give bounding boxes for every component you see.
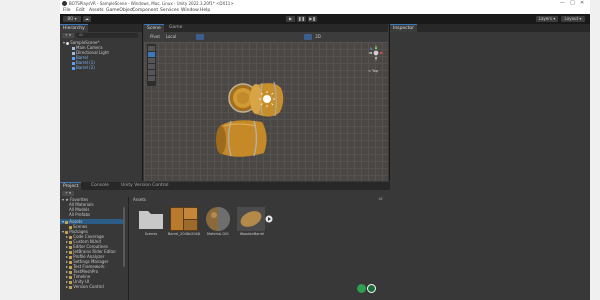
tab-project[interactable]: Project (60, 182, 82, 190)
camera-settings-button[interactable] (364, 34, 372, 40)
menu-component[interactable]: Component (132, 7, 158, 14)
orientation-gizmo-icon[interactable] (366, 43, 386, 69)
audio-toggle[interactable] (334, 34, 342, 40)
shading-mode-button[interactable] (304, 34, 312, 40)
left-margin (0, 0, 60, 300)
menu-assets[interactable]: Assets (89, 7, 104, 14)
menu-edit[interactable]: Edit (76, 7, 85, 14)
tab-version-control[interactable]: Unity Version Control (118, 182, 172, 190)
menu-file[interactable]: File (63, 7, 71, 14)
layers-dropdown[interactable]: Layers ▾ (536, 16, 558, 22)
menu-help[interactable]: Help (200, 7, 210, 14)
rect-tool-icon[interactable] (148, 70, 155, 75)
hand-tool-icon[interactable] (148, 46, 155, 51)
unity-editor-window: BOTSPlaysVR - SampleScene - Windows, Mac… (60, 0, 590, 300)
play-button[interactable]: ▶ (286, 16, 295, 22)
maximize-button[interactable]: □ (570, 0, 575, 7)
hierarchy-search-input[interactable]: All (76, 33, 138, 38)
tool-palette (147, 44, 156, 86)
local-dropdown[interactable]: Local (164, 34, 178, 40)
asset-wooden-barrel-model[interactable]: WoodenBarrel (235, 207, 273, 237)
unity-logo-icon (62, 1, 67, 6)
tab-scene[interactable]: Scene (144, 24, 164, 32)
view-2d-button[interactable]: 2D (314, 34, 322, 40)
snap-increment-button[interactable] (206, 34, 214, 40)
hidden-objects-toggle[interactable] (354, 34, 362, 40)
window-title: BOTSPlaysVR - SampleScene - Windows, Mac… (69, 1, 234, 6)
tab-inspector[interactable]: Inspector (390, 24, 417, 32)
grammar-assistant-icon[interactable] (367, 284, 376, 293)
texture-thumbnail-icon (170, 207, 198, 231)
project-right-empty-area (390, 182, 590, 300)
tab-console[interactable]: Console (88, 182, 112, 190)
project-header: Project Console Unity Version Control (60, 182, 390, 190)
gizmos-dropdown[interactable] (374, 34, 384, 40)
effects-toggle[interactable] (344, 34, 352, 40)
asset-scenes-folder[interactable]: Scenes (134, 207, 168, 237)
asset-material[interactable]: Material.001 (201, 207, 235, 237)
project-add-button[interactable]: + ▾ (62, 191, 74, 196)
move-tool-icon[interactable] (148, 52, 155, 57)
minimize-button[interactable]: — (560, 0, 565, 7)
scene-view-panel: Scene Game Pivot Local 2D < Top (144, 24, 388, 181)
hierarchy-item-barrel-2[interactable]: Barrel (2) (60, 65, 142, 70)
close-button[interactable]: ✕ (580, 0, 584, 7)
collaborate-badge-icon[interactable] (357, 284, 366, 293)
menu-window[interactable]: Window (181, 7, 199, 14)
grid-snap-button[interactable] (196, 34, 204, 40)
inspector-header: Inspector (390, 24, 590, 32)
asset-breadcrumb[interactable]: Assets (133, 197, 146, 202)
asset-count-badge: 16 (378, 197, 383, 201)
right-margin (590, 0, 600, 300)
asset-barrel-texture[interactable]: Barrel_2048x2048 (167, 207, 201, 237)
cloud-icon[interactable]: ☁ (83, 16, 91, 22)
folder-icon (139, 211, 163, 229)
hierarchy-panel: Hierarchy + ▾ All ▾ SampleScene* Main Ca… (60, 24, 143, 181)
tree-item[interactable]: ▸ Version Control (60, 284, 125, 289)
project-folder-tree: ▾ ★ Favorites All Materials All Models A… (60, 197, 129, 300)
account-dropdown[interactable]: BO ▾ (63, 16, 81, 22)
project-panel: Project Console Unity Version Control + … (60, 182, 390, 300)
barrel-object-3 (216, 120, 267, 157)
folder-icon (69, 285, 73, 289)
model-thumbnail-icon (237, 207, 273, 231)
view-persp-label[interactable]: < Top (368, 69, 378, 73)
pause-button[interactable]: ❚❚ (297, 16, 306, 22)
asset-browser: Assets Scenes Barrel_2048x2048 Material.… (130, 197, 390, 300)
menu-gameobject[interactable]: GameObject (106, 7, 134, 14)
scene-grid[interactable]: < Top (144, 42, 388, 181)
scene-toolbar: Pivot Local 2D (144, 32, 388, 42)
tree-item[interactable]: All Prefabs (60, 212, 125, 217)
barrels-in-scene[interactable] (204, 42, 364, 181)
tab-hierarchy[interactable]: Hierarchy (60, 24, 88, 32)
add-object-button[interactable]: + ▾ (62, 33, 74, 38)
main-toolbar: BO ▾ ☁ ▶ ❚❚ ▶❚ Layers ▾ Layout ▾ (60, 14, 590, 24)
lighting-toggle[interactable] (324, 34, 332, 40)
rotate-tool-icon[interactable] (148, 58, 155, 63)
tab-game[interactable]: Game (166, 24, 186, 32)
pivot-dropdown[interactable]: Pivot (148, 34, 162, 40)
hierarchy-header: Hierarchy (60, 24, 142, 32)
tree-scrollbar[interactable] (123, 207, 125, 267)
material-sphere-icon (206, 207, 230, 231)
scene-header: Scene Game (144, 24, 388, 32)
layout-dropdown[interactable]: Layout ▾ (561, 16, 585, 22)
scale-tool-icon[interactable] (148, 64, 155, 69)
menu-services[interactable]: Services (160, 7, 179, 14)
title-bar: BOTSPlaysVR - SampleScene - Windows, Mac… (60, 0, 590, 7)
step-button[interactable]: ▶❚ (308, 16, 317, 22)
transform-tool-icon[interactable] (148, 76, 155, 81)
inspector-panel: Inspector (389, 24, 590, 181)
prefab-icon (72, 66, 75, 70)
